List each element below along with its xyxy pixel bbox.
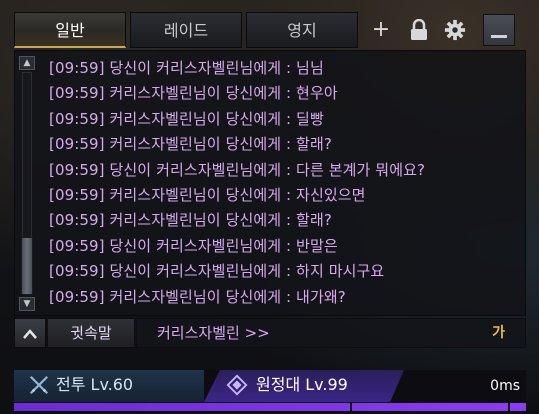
experience-bar bbox=[14, 403, 526, 411]
experience-bar-fill bbox=[14, 403, 526, 411]
chat-message: [09:59] 당신이 커리스자벨린님에게 : 하지 마시구요 bbox=[49, 262, 385, 281]
expand-chevron-up-icon[interactable] bbox=[14, 318, 46, 348]
chat-message: [09:59] 당신이 커리스자벨린님에게 : 반말은 bbox=[49, 236, 338, 255]
tab-raid[interactable]: 레이드 bbox=[130, 12, 242, 48]
scroll-up-arrow-icon[interactable]: ▲ bbox=[19, 56, 35, 70]
chat-log-panel: ▲ ▼ [09:59] 당신이 커리스자벨린님에게 : 님님 [09:59] 커… bbox=[14, 50, 526, 316]
scroll-down-arrow-icon[interactable]: ▼ bbox=[19, 297, 35, 311]
plus-icon[interactable]: + bbox=[366, 15, 396, 45]
tab-general[interactable]: 일반 bbox=[14, 12, 126, 48]
ime-language-indicator[interactable]: 가 bbox=[492, 319, 505, 347]
chat-message: [09:59] 커리스자벨린님이 당신에게 : 현우아 bbox=[49, 84, 338, 103]
chat-message: [09:59] 당신이 커리스자벨린님에게 : 다른 본계가 뭐에요? bbox=[49, 160, 426, 179]
chat-tab-bar: 일반 레이드 영지 + bbox=[14, 12, 533, 48]
chat-scrollbar[interactable]: ▲ ▼ bbox=[19, 56, 35, 311]
minimize-icon[interactable] bbox=[483, 14, 515, 46]
ping-readout: 0ms bbox=[490, 378, 520, 394]
tab-estate[interactable]: 영지 bbox=[246, 12, 358, 48]
chat-message-list: [09:59] 당신이 커리스자벨린님에게 : 님님 [09:59] 커리스자벨… bbox=[49, 56, 521, 310]
expedition-emblem-icon bbox=[226, 374, 248, 396]
chat-channel-selector[interactable]: 귓속말 bbox=[47, 318, 135, 348]
scroll-thumb[interactable] bbox=[21, 237, 33, 295]
expedition-stance-button[interactable]: 원정대 Lv.99 bbox=[204, 370, 404, 402]
experience-bar-divider bbox=[508, 403, 510, 411]
combat-stance-label: 전투 Lv.60 bbox=[56, 375, 134, 394]
gear-icon[interactable] bbox=[440, 15, 470, 45]
lock-icon[interactable] bbox=[404, 15, 434, 45]
chat-message: [09:59] 커리스자벨린님이 당신에게 : 딜빵 bbox=[49, 109, 324, 128]
chat-message: [09:59] 커리스자벨린님이 당신에게 : 자신있으면 bbox=[49, 185, 366, 204]
chat-message: [09:59] 커리스자벨린님이 당신에게 : 할래? bbox=[49, 211, 332, 230]
chat-input-row: 귓속말 커리스자벨린 >> 가 bbox=[14, 318, 526, 348]
combat-stance-button[interactable]: 전투 Lv.60 bbox=[14, 370, 204, 402]
chat-message: [09:59] 당신이 커리스자벨린님에게 : 님님 bbox=[49, 59, 324, 77]
chat-message: [09:59] 커리스자벨린님이 당신에게 : 내가왜? bbox=[49, 287, 346, 306]
experience-bar-divider bbox=[350, 403, 352, 411]
stance-bar: 전투 Lv.60 원정대 Lv.99 0ms bbox=[14, 370, 526, 402]
whisper-target-text: 커리스자벨린 >> bbox=[157, 324, 270, 342]
expedition-stance-label: 원정대 Lv.99 bbox=[256, 375, 348, 394]
chat-input-field[interactable]: 커리스자벨린 >> 가 bbox=[136, 318, 526, 348]
crossed-swords-icon bbox=[29, 375, 49, 395]
chat-message: [09:59] 커리스자벨린님이 당신에게 : 할래? bbox=[49, 135, 332, 154]
